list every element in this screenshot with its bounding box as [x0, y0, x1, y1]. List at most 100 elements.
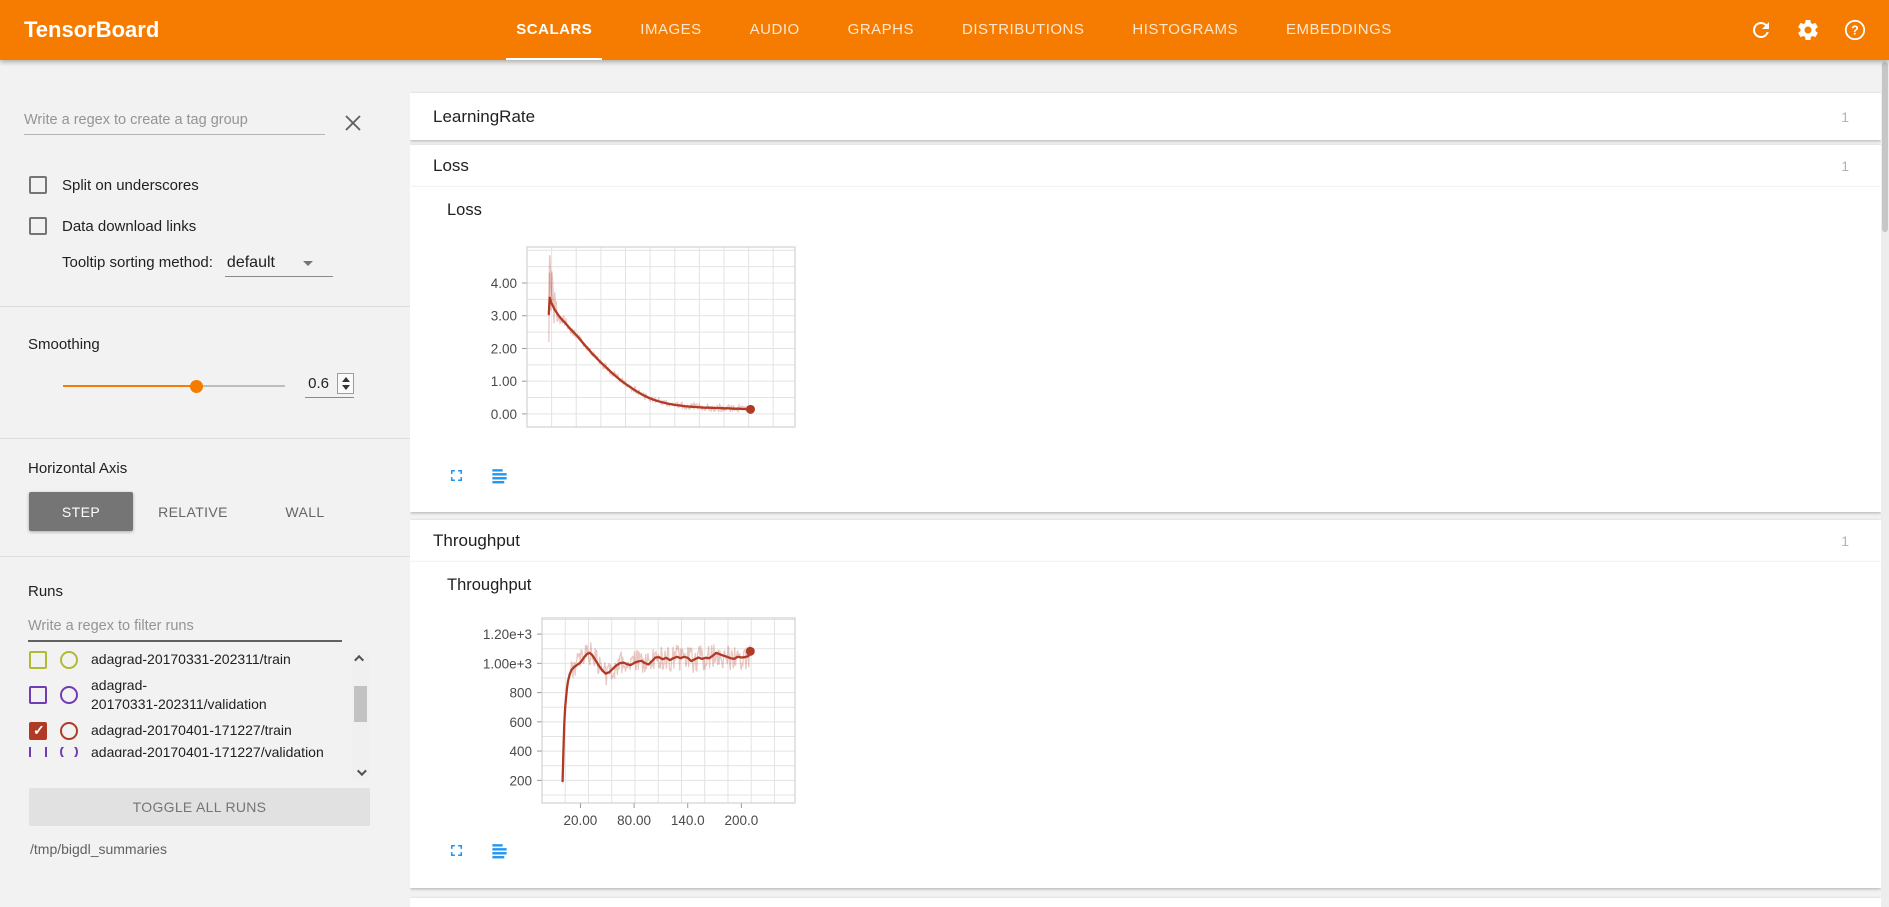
throughput-chart[interactable]: 2004006008001.00e+31.20e+320.0080.00140.…: [447, 612, 1844, 835]
smoothing-heading: Smoothing: [0, 336, 410, 353]
log-directory-path: /tmp/bigdl_summaries: [30, 841, 410, 857]
smoothing-value[interactable]: 0.6: [305, 375, 329, 392]
section-body-loss: Loss 0.001.002.003.004.00: [410, 187, 1881, 512]
svg-text:200.0: 200.0: [724, 813, 758, 828]
svg-text:0.00: 0.00: [491, 407, 517, 422]
split-underscores-checkbox[interactable]: Split on underscores: [0, 176, 410, 194]
svg-text:80.00: 80.00: [617, 813, 651, 828]
run-label: adagrad-20170401-171227/train: [91, 721, 292, 740]
run-checkbox[interactable]: [29, 747, 47, 757]
slider-fill: [63, 385, 196, 388]
divider: [0, 306, 410, 307]
section-header-partial[interactable]: [410, 898, 1881, 907]
app-title: TensorBoard: [24, 0, 159, 60]
run-checkbox[interactable]: [29, 722, 47, 740]
main-content: LearningRate 1 Loss 1 Loss 0.001.002.003…: [410, 60, 1889, 907]
run-selector-rows-icon[interactable]: [490, 466, 509, 485]
section-title: Loss: [433, 156, 469, 176]
run-color-circle[interactable]: [60, 651, 78, 669]
horizontal-axis-heading: Horizontal Axis: [0, 460, 410, 477]
run-row[interactable]: adagrad-20170331-202311/train: [0, 650, 410, 669]
run-label: adagrad-20170401-171227/validation: [91, 747, 324, 757]
svg-text:?: ?: [1851, 23, 1859, 37]
run-color-circle[interactable]: [60, 686, 78, 704]
slider-thumb[interactable]: [190, 380, 203, 393]
run-checkbox[interactable]: [29, 651, 47, 669]
runs-scrollbar[interactable]: [352, 650, 369, 780]
tab-images[interactable]: IMAGES: [616, 0, 725, 60]
scrollbar-thumb[interactable]: [1882, 62, 1888, 232]
tab-audio[interactable]: AUDIO: [726, 0, 824, 60]
expand-chart-icon[interactable]: [447, 841, 466, 860]
run-row[interactable]: adagrad-20170401-171227/validation: [0, 747, 410, 757]
toggle-all-runs-button[interactable]: TOGGLE ALL RUNS: [29, 788, 370, 826]
data-download-checkbox[interactable]: Data download links: [0, 217, 410, 235]
svg-text:200: 200: [509, 773, 532, 788]
expand-chart-icon[interactable]: [447, 466, 466, 485]
svg-text:2.00: 2.00: [491, 341, 517, 356]
tooltip-sorting-dropdown[interactable]: default: [225, 254, 333, 277]
chart-title: Throughput: [447, 576, 1844, 600]
svg-text:800: 800: [509, 686, 532, 701]
scroll-up-icon[interactable]: [352, 650, 369, 666]
runs-filter-input[interactable]: [28, 614, 342, 642]
checkbox-label: Split on underscores: [62, 177, 199, 194]
tooltip-sorting-label: Tooltip sorting method:: [62, 254, 213, 271]
scroll-down-icon[interactable]: [352, 764, 369, 780]
section-header-throughput[interactable]: Throughput 1: [410, 520, 1881, 562]
section-body-throughput: Throughput 2004006008001.00e+31.20e+320.…: [410, 562, 1881, 888]
runs-heading: Runs: [0, 583, 410, 600]
chart-title: Loss: [447, 201, 1844, 225]
dropdown-value: default: [227, 254, 275, 272]
page-scrollbar[interactable]: [1881, 60, 1889, 907]
tab-histograms[interactable]: HISTOGRAMS: [1108, 0, 1262, 60]
tensorboard-app: TensorBoard SCALARS IMAGES AUDIO GRAPHS …: [0, 0, 1889, 907]
svg-text:600: 600: [509, 715, 532, 730]
run-row[interactable]: adagrad- 20170331-202311/validation: [0, 676, 410, 714]
tab-graphs[interactable]: GRAPHS: [824, 0, 938, 60]
axis-relative-button[interactable]: RELATIVE: [141, 492, 245, 531]
section-title: LearningRate: [433, 107, 535, 127]
section-header-loss[interactable]: Loss 1: [410, 145, 1881, 187]
checkbox-icon: [29, 176, 47, 194]
section-header-learningrate[interactable]: LearningRate 1: [410, 93, 1881, 140]
run-checkbox[interactable]: [29, 686, 47, 704]
svg-text:1.20e+3: 1.20e+3: [483, 627, 532, 642]
run-label: adagrad-20170331-202311/train: [91, 650, 291, 669]
step-up-icon: [342, 377, 350, 382]
divider: [0, 556, 410, 557]
run-color-circle[interactable]: [60, 747, 78, 757]
axis-wall-button[interactable]: WALL: [253, 492, 357, 531]
smoothing-slider[interactable]: [63, 379, 285, 392]
toolbar: TensorBoard SCALARS IMAGES AUDIO GRAPHS …: [0, 0, 1889, 60]
refresh-icon[interactable]: [1749, 18, 1773, 42]
axis-step-button[interactable]: STEP: [29, 492, 133, 531]
checkbox-label: Data download links: [62, 218, 196, 235]
section-count-badge: 1: [1841, 158, 1849, 174]
smoothing-value-box: 0.6: [305, 373, 354, 398]
loss-chart[interactable]: 0.001.002.003.004.00: [447, 241, 1844, 432]
divider: [0, 438, 410, 439]
svg-text:400: 400: [509, 744, 532, 759]
svg-text:1.00: 1.00: [491, 374, 517, 389]
section-title: Throughput: [433, 531, 520, 551]
toolbar-actions: ?: [1749, 0, 1889, 60]
tab-embeddings[interactable]: EMBEDDINGS: [1262, 0, 1416, 60]
run-selector-rows-icon[interactable]: [490, 841, 509, 860]
settings-gear-icon[interactable]: [1796, 18, 1820, 42]
help-icon[interactable]: ?: [1843, 18, 1867, 42]
section-count-badge: 1: [1841, 109, 1849, 125]
number-stepper[interactable]: [337, 373, 354, 394]
scrollbar-thumb[interactable]: [354, 686, 367, 722]
close-icon[interactable]: [343, 113, 363, 133]
nav-tabs: SCALARS IMAGES AUDIO GRAPHS DISTRIBUTION…: [492, 0, 1416, 60]
tab-scalars[interactable]: SCALARS: [492, 0, 616, 60]
svg-text:4.00: 4.00: [491, 276, 517, 291]
run-color-circle[interactable]: [60, 722, 78, 740]
tab-distributions[interactable]: DISTRIBUTIONS: [938, 0, 1108, 60]
sidebar: Split on underscores Data download links…: [0, 60, 410, 907]
run-row[interactable]: adagrad-20170401-171227/train: [0, 721, 410, 740]
chevron-down-icon: [303, 261, 313, 266]
runs-list: adagrad-20170331-202311/train adagrad- 2…: [0, 650, 410, 780]
tag-filter-input[interactable]: [24, 108, 325, 135]
